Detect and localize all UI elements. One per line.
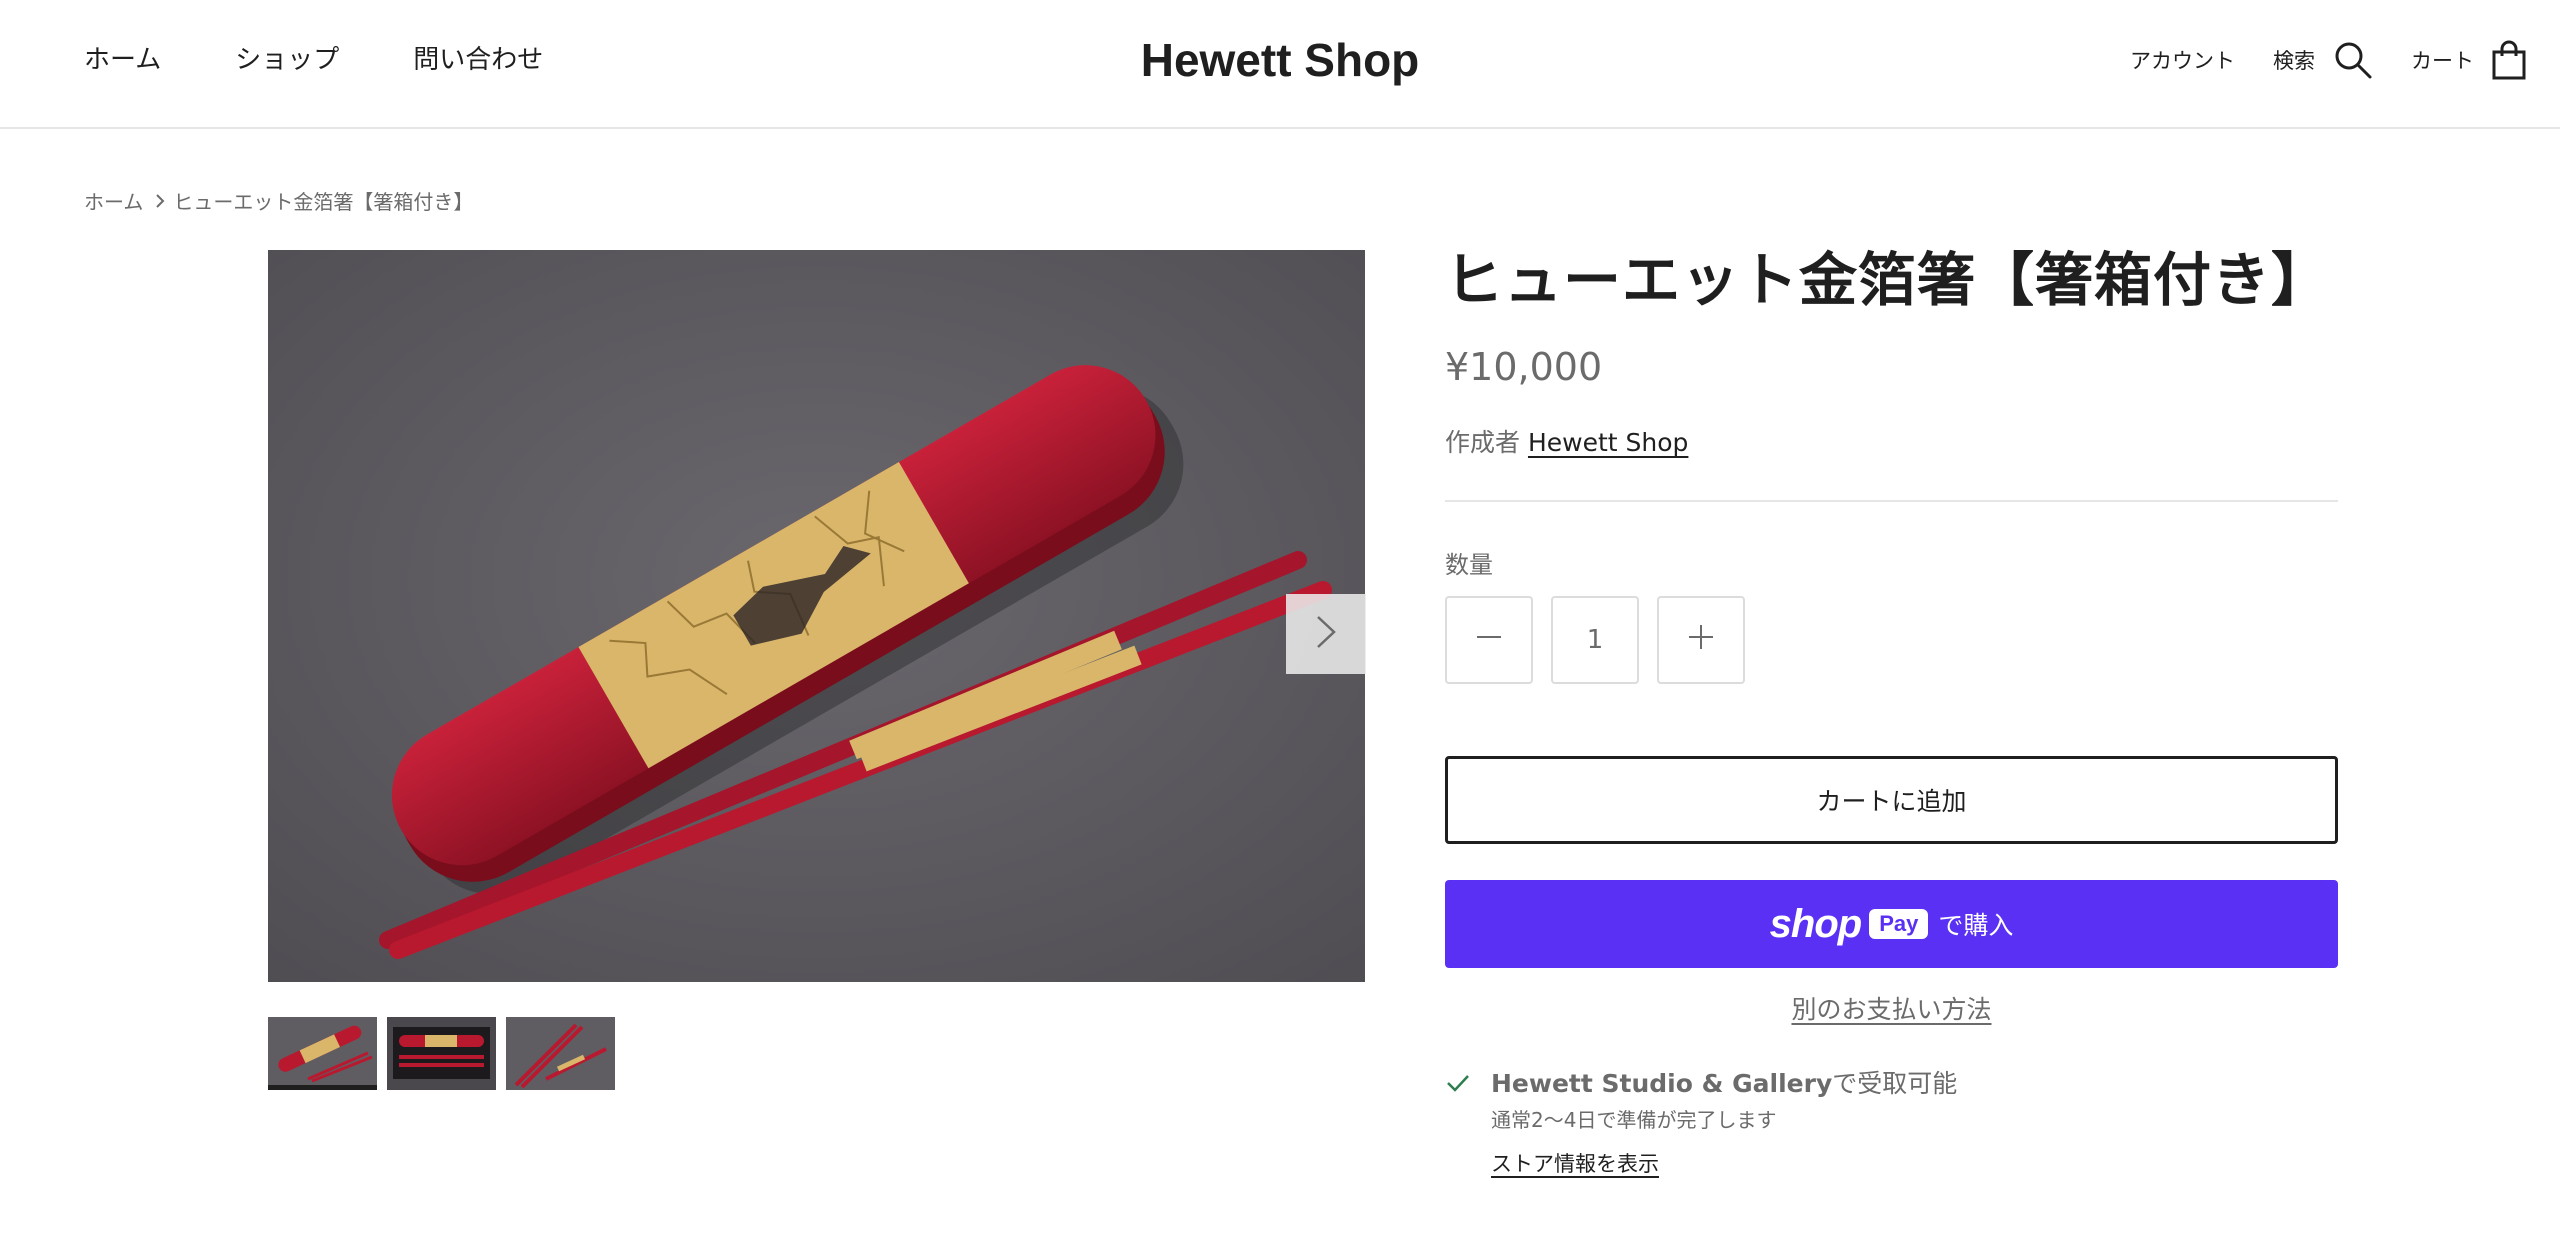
- shop-pay-badge: Pay: [1869, 909, 1929, 939]
- pickup-title: Hewett Studio & Galleryで受取可能: [1491, 1068, 1957, 1100]
- more-payment-options-link[interactable]: 別のお支払い方法: [1445, 990, 2338, 1026]
- product-title: ヒューエット金箔箸【箸箱付き】: [1445, 246, 2331, 314]
- chopsticks-photo: [268, 250, 1365, 982]
- shopping-bag-icon: [2492, 40, 2526, 80]
- pickup-details: Hewett Studio & Galleryで受取可能 通常2〜4日で準備が完…: [1491, 1068, 1957, 1178]
- thumbnail-strip: [268, 1017, 615, 1090]
- product-vendor: 作成者 Hewett Shop: [1445, 426, 2338, 460]
- pickup-suffix: で受取可能: [1832, 1069, 1958, 1098]
- thumbnail-2[interactable]: [387, 1017, 496, 1090]
- vendor-link[interactable]: Hewett Shop: [1528, 428, 1688, 457]
- breadcrumb: ホーム ヒューエット金箔箸【箸箱付き】: [84, 186, 473, 215]
- shop-pay-logo: shop: [1769, 901, 1863, 946]
- shop-pay-button[interactable]: shop Pay で購入: [1445, 880, 2338, 968]
- chevron-right-icon: [155, 193, 165, 209]
- quantity-input[interactable]: 1: [1551, 596, 1639, 684]
- account-label: アカウント: [2130, 49, 2235, 73]
- site-header: ホーム ショップ 問い合わせ Hewett Shop アカウント 検索 カート: [0, 0, 2560, 129]
- search-label: 検索: [2273, 49, 2315, 73]
- thumbnail-3[interactable]: [506, 1017, 615, 1090]
- chevron-right-icon: [1315, 614, 1337, 654]
- divider: [1445, 500, 2338, 502]
- add-to-cart-button[interactable]: カートに追加: [1445, 756, 2338, 844]
- store-info-link[interactable]: ストア情報を表示: [1491, 1150, 1957, 1178]
- quantity-decrease-button[interactable]: [1445, 596, 1533, 684]
- search-icon: [2333, 40, 2373, 80]
- account-link[interactable]: アカウント: [2130, 36, 2235, 84]
- thumbnail-1[interactable]: [268, 1017, 377, 1090]
- cart-label: カート: [2411, 49, 2474, 73]
- quantity-increase-button[interactable]: [1657, 596, 1745, 684]
- plus-icon: [1687, 623, 1715, 658]
- breadcrumb-current: ヒューエット金箔箸【箸箱付き】: [173, 190, 474, 214]
- product-info: ヒューエット金箔箸【箸箱付き】 ¥10,000 作成者 Hewett Shop …: [1445, 246, 2338, 1178]
- cart-button[interactable]: カート: [2411, 36, 2526, 84]
- next-image-button[interactable]: [1286, 594, 1366, 674]
- minus-icon: [1475, 623, 1503, 658]
- product-price: ¥10,000: [1445, 345, 1603, 389]
- check-icon: [1445, 1068, 1491, 1098]
- pickup-time: 通常2〜4日で準備が完了します: [1491, 1108, 1777, 1132]
- header-actions: アカウント 検索 カート: [2092, 36, 2526, 84]
- breadcrumb-home[interactable]: ホーム: [84, 186, 143, 215]
- shop-pay-label: で購入: [1938, 911, 2014, 940]
- vendor-prefix: 作成者: [1445, 428, 1521, 457]
- pickup-location: Hewett Studio & Gallery: [1491, 1069, 1833, 1098]
- quantity-label: 数量: [1445, 551, 1493, 579]
- quantity-stepper: 1: [1445, 596, 2338, 684]
- product-main-image[interactable]: [268, 250, 1365, 982]
- pickup-availability: Hewett Studio & Galleryで受取可能 通常2〜4日で準備が完…: [1445, 1068, 2338, 1178]
- search-button[interactable]: 検索: [2273, 36, 2373, 84]
